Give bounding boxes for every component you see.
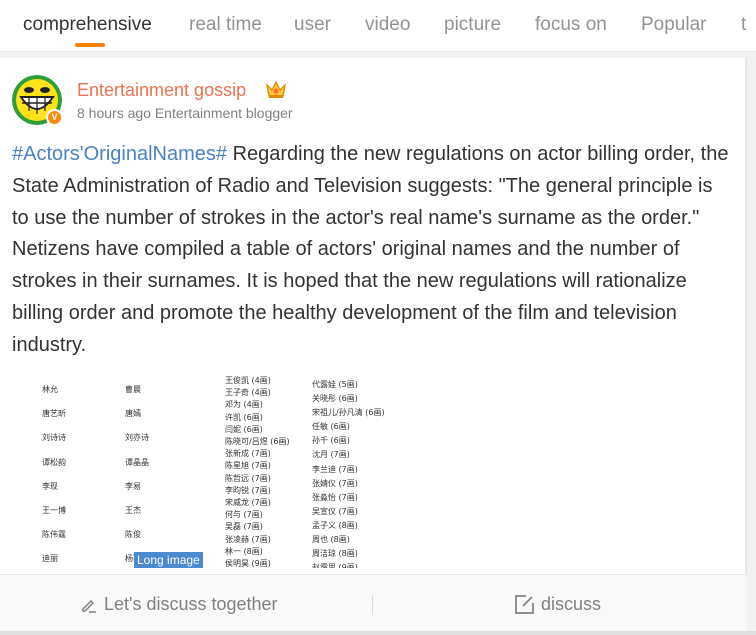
image-cell: 吴宣仪 (7画) bbox=[312, 506, 358, 516]
image-cell: 李现 bbox=[42, 481, 58, 491]
pencil-icon bbox=[82, 599, 96, 613]
image-cell: 曹晨 bbox=[125, 385, 141, 394]
image-cell: 陈俊 bbox=[125, 530, 141, 540]
image-cell: 李兰迪 (7画) bbox=[312, 464, 358, 474]
post-meta: 8 hours ago Entertainment blogger bbox=[77, 105, 293, 121]
image-cell: 许凯 (6画) bbox=[225, 412, 263, 422]
image-column-3: 王俊凯 (4画) 王子奇 (4画) 邓为 (4画) 许凯 (6画) 闫妮 (6画) 陈晓可… bbox=[225, 375, 290, 568]
image-cell: 林允 bbox=[42, 385, 58, 394]
post-text: Regarding the new regulations on actor b… bbox=[12, 143, 729, 356]
image-cell: 陈哲远 (7画) bbox=[225, 473, 271, 483]
tab-real-time[interactable]: real time bbox=[189, 14, 262, 36]
image-column-1: 林允唐艺昕刘诗诗谭松韵李现王一博陈伟霆迪丽 bbox=[42, 378, 66, 568]
image-cell: 刘诗诗 bbox=[42, 433, 66, 443]
image-cell: 陈伟霆 bbox=[42, 530, 66, 540]
image-cell: 侯明昊 (9画) bbox=[225, 559, 271, 568]
hashtag-link[interactable]: #Actors'OriginalNames# bbox=[12, 143, 227, 165]
long-image-badge: Long image bbox=[134, 552, 203, 568]
image-cell: 赵露思 (9画) bbox=[312, 563, 358, 568]
image-cell: 谭松韵 bbox=[42, 457, 66, 467]
image-cell: 唐艺昕 bbox=[42, 409, 66, 419]
post-card: V Entertainment gossip 8 hours ago Enter… bbox=[0, 58, 747, 635]
action-bar: Let's discuss together discuss bbox=[0, 574, 747, 633]
tab-picture[interactable]: picture bbox=[444, 14, 501, 36]
image-cell: 李易 bbox=[125, 481, 141, 491]
author-name[interactable]: Entertainment gossip bbox=[77, 80, 246, 101]
image-cell: 张凌赫 (7画) bbox=[225, 534, 271, 544]
image-cell: 唐嫣 bbox=[125, 409, 141, 419]
image-cell: 王杰 bbox=[125, 506, 141, 516]
image-cell: 林一 (8画) bbox=[225, 546, 263, 556]
action-divider bbox=[372, 595, 373, 615]
image-cell: 张淼怡 (7画) bbox=[312, 492, 358, 502]
image-cell: 周洁琼 (8画) bbox=[312, 549, 358, 559]
image-cell: 刘亦诗 bbox=[125, 433, 149, 443]
image-column-4: 代露娃 (5画) 关晓彤 (6画) 宋祖儿/孙凡清 (6画) 任敏 (6画) 孙千 (6… bbox=[312, 378, 385, 568]
tab-video[interactable]: video bbox=[365, 14, 410, 36]
image-cell: 闫妮 (6画) bbox=[225, 424, 263, 434]
post-body: #Actors'OriginalNames# Regarding the new… bbox=[12, 139, 734, 362]
tab-partial[interactable]: t bbox=[741, 14, 746, 36]
discuss-button[interactable]: discuss bbox=[514, 575, 601, 634]
image-cell: 王子奇 (4画) bbox=[225, 388, 271, 398]
image-cell: 任敏 (6画) bbox=[312, 422, 350, 432]
image-cell: 陈星旭 (7画) bbox=[225, 461, 271, 471]
discuss-together-label: Let's discuss together bbox=[104, 594, 278, 614]
image-cell: 王一博 bbox=[42, 506, 66, 516]
crown-icon bbox=[265, 80, 287, 98]
image-cell: 王俊凯 (4画) bbox=[225, 376, 271, 385]
image-cell: 邓为 (4画) bbox=[225, 400, 263, 410]
image-cell: 张新成 (7画) bbox=[225, 449, 271, 459]
image-cell: 张婧仪 (7画) bbox=[312, 478, 358, 488]
image-cell: 何与 (7画) bbox=[225, 510, 263, 520]
image-column-2: 曹晨 唐嫣 刘亦诗 谭晶晶 李易 王杰 陈俊 杨幂 bbox=[125, 378, 149, 568]
image-cell: 李昀锐 (7画) bbox=[225, 485, 271, 495]
tab-popular[interactable]: Popular bbox=[641, 14, 707, 36]
edit-box-icon bbox=[515, 595, 534, 614]
post-image[interactable]: 林允 唐艺昕 刘诗诗 谭松韵 李现 王一博 陈伟霆 迪丽 曹晨 唐嫣 刘亦诗 谭晶晶 李易 王杰 陈俊 杨幂… bbox=[0, 370, 414, 568]
tab-comprehensive[interactable]: comprehensive bbox=[23, 14, 152, 36]
image-cell: 宋威龙 (7画) bbox=[225, 498, 271, 508]
bottom-strip bbox=[0, 631, 756, 635]
image-cell: 关晓彤 (6画) bbox=[312, 394, 358, 404]
image-cell: 周也 (8画) bbox=[312, 535, 350, 545]
image-cell: 迪丽 bbox=[42, 554, 58, 564]
image-cell: 孙千 (6画) bbox=[312, 436, 350, 446]
image-cell: 沈月 (7画) bbox=[312, 450, 350, 460]
image-cell: 吴磊 (7画) bbox=[225, 522, 263, 532]
image-cell: 宋祖儿/孙凡清 (6画) bbox=[312, 408, 385, 418]
tab-focus-on[interactable]: focus on bbox=[535, 14, 607, 36]
verified-badge-icon: V bbox=[46, 109, 63, 126]
image-cell: 陈晓可/吕煜 (6画) bbox=[225, 437, 290, 447]
post-source: Entertainment blogger bbox=[154, 105, 293, 121]
tab-user[interactable]: user bbox=[294, 14, 331, 36]
discuss-label: discuss bbox=[541, 594, 602, 614]
discuss-together-button[interactable]: Let's discuss together bbox=[80, 575, 278, 634]
active-tab-indicator bbox=[75, 43, 105, 47]
image-cell: 代露娃 (5画) bbox=[312, 380, 358, 389]
image-cell: 谭晶晶 bbox=[125, 457, 149, 467]
channel-tabs: comprehensive real time user video pictu… bbox=[0, 0, 756, 52]
post-time: 8 hours ago bbox=[77, 105, 151, 121]
image-cell: 孟子义 (8画) bbox=[312, 520, 358, 530]
